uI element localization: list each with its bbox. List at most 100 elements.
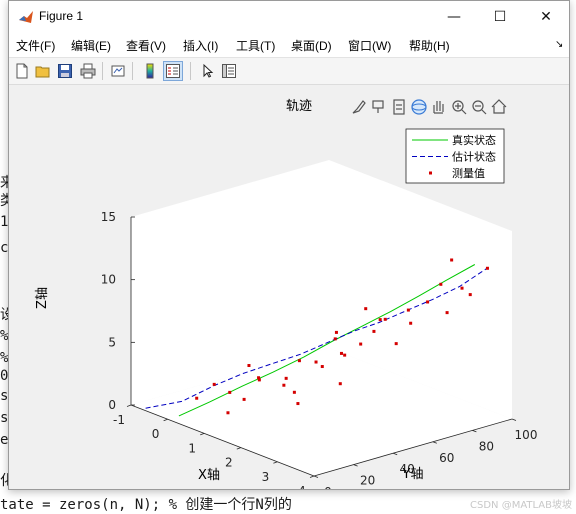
- y-tick: [393, 452, 398, 456]
- datatip-shape: [372, 100, 384, 109]
- measurement-point: [320, 365, 324, 369]
- y-tick-label: 80: [479, 439, 494, 453]
- zoom-handle: [481, 109, 487, 115]
- rotate-3d-icon[interactable]: [411, 99, 427, 115]
- zoom-out-icon[interactable]: [472, 100, 487, 115]
- measurement-point: [445, 311, 449, 315]
- measurement-point: [450, 258, 454, 262]
- datatip-icon[interactable]: [372, 100, 384, 113]
- maximize-button[interactable]: ☐: [477, 1, 523, 33]
- chart-title: 轨迹: [286, 99, 312, 114]
- measurement-point: [439, 282, 443, 286]
- figure-window: Figure 1 — ☐ ✕ 文件(F) 编辑(E) 查看(V) 插入(I) 工…: [8, 0, 570, 499]
- x-axis-label: X轴: [198, 468, 220, 483]
- measurement-point: [485, 266, 489, 270]
- close-icon: ✕: [540, 9, 552, 25]
- measurement-point: [282, 383, 286, 387]
- measurement-point: [292, 390, 296, 394]
- legend-marker: [429, 171, 432, 175]
- open-icon[interactable]: [33, 61, 53, 81]
- pointer-icon[interactable]: [197, 61, 217, 81]
- measurement-point: [247, 364, 251, 367]
- title-bar: Figure 1 — ☐ ✕: [9, 1, 569, 33]
- menu-view[interactable]: 查看(V): [126, 37, 166, 54]
- home-shape: [491, 99, 507, 114]
- measurement-point: [242, 397, 246, 401]
- measurement-point: [195, 396, 199, 400]
- x-tick: [309, 475, 315, 478]
- zoom-in-icon[interactable]: [452, 100, 467, 115]
- rotate-shape: [411, 99, 427, 115]
- minimize-button[interactable]: —: [431, 1, 477, 33]
- measurement-point: [468, 293, 472, 297]
- measurement-point: [372, 329, 376, 333]
- y-tick-label: 20: [360, 474, 375, 488]
- legend-entry: 估计状态: [452, 150, 496, 164]
- axes-panes: [131, 160, 512, 476]
- figure-canvas: 轨迹 -101234020406080100051015 X轴 Y轴 Z轴 真实…: [9, 85, 569, 499]
- x-tick-label: 0: [152, 427, 160, 441]
- home-icon[interactable]: [491, 99, 507, 114]
- y-tick-label: 0: [324, 485, 332, 489]
- watermark-text: CSDN @MATLAB坡坡: [470, 500, 572, 511]
- menu-insert[interactable]: 插入(I): [183, 37, 218, 54]
- menu-bar: 文件(F) 编辑(E) 查看(V) 插入(I) 工具(T) 桌面(D) 窗口(W…: [9, 33, 569, 58]
- close-button[interactable]: ✕: [523, 1, 569, 33]
- export-shape: [393, 99, 405, 115]
- z-tick-label: 0: [108, 398, 116, 412]
- window-title: Figure 1: [39, 9, 84, 23]
- brush-icon[interactable]: [352, 100, 366, 114]
- measurement-point: [409, 321, 413, 325]
- y-tick: [472, 430, 477, 433]
- menu-tools[interactable]: 工具(T): [236, 37, 275, 54]
- zoom-plus: [455, 103, 461, 109]
- measurement-point: [257, 376, 261, 380]
- x-tick-label: 1: [188, 441, 196, 455]
- y-tick: [432, 441, 437, 444]
- legend[interactable]: 真实状态估计状态测量值: [405, 128, 505, 184]
- property-editor-icon[interactable]: [219, 61, 239, 81]
- measurement-point: [359, 342, 363, 346]
- x-tick: [200, 433, 205, 436]
- measurement-point: [226, 411, 230, 415]
- menu-desktop[interactable]: 桌面(D): [291, 37, 332, 54]
- y-tick-label: 60: [439, 451, 454, 465]
- menu-window[interactable]: 窗口(W): [348, 37, 391, 54]
- menu-file[interactable]: 文件(F): [16, 37, 55, 54]
- background-code-line: tate = zeros(n, N); % 创建一个行N列的: [0, 497, 292, 513]
- legend-icon[interactable]: [163, 61, 183, 81]
- toolbar-separator: [102, 62, 103, 80]
- y-tick-label: 100: [515, 428, 538, 442]
- x-tick-label: 4: [298, 484, 306, 489]
- measurement-point: [406, 308, 410, 312]
- menu-undock-arrow-icon[interactable]: ↘: [555, 39, 563, 50]
- x-tick: [273, 461, 278, 464]
- new-figure-icon[interactable]: [12, 61, 32, 81]
- save-icon[interactable]: [55, 61, 75, 81]
- measurement-point: [394, 342, 398, 346]
- x-tick: [126, 404, 132, 407]
- export-icon[interactable]: [393, 99, 405, 115]
- x-tick: [163, 418, 168, 422]
- measurement-point: [460, 286, 464, 290]
- axes-3d[interactable]: 轨迹 -101234020406080100051015 X轴 Y轴 Z轴 真实…: [9, 85, 569, 499]
- z-axis-label: Z轴: [35, 287, 50, 309]
- link-plot-icon[interactable]: [108, 61, 128, 81]
- measurement-point: [426, 300, 430, 304]
- print-icon[interactable]: [78, 61, 98, 81]
- menu-help[interactable]: 帮助(H): [409, 37, 450, 54]
- measurement-point: [296, 402, 300, 406]
- measurement-point: [334, 330, 338, 334]
- brush-shape: [352, 100, 366, 114]
- toolbar-separator: [190, 62, 191, 80]
- measurement-point: [228, 390, 232, 394]
- figure-toolbar: [9, 58, 569, 85]
- measurement-point: [284, 376, 288, 380]
- colorbar-icon[interactable]: [140, 61, 160, 81]
- pan-icon[interactable]: [433, 101, 444, 114]
- y-tick: [511, 418, 517, 421]
- menu-edit[interactable]: 编辑(E): [71, 37, 111, 54]
- minimize-icon: —: [447, 9, 461, 25]
- x-tick-label: 2: [225, 456, 233, 470]
- axes-toolbar: [352, 99, 507, 115]
